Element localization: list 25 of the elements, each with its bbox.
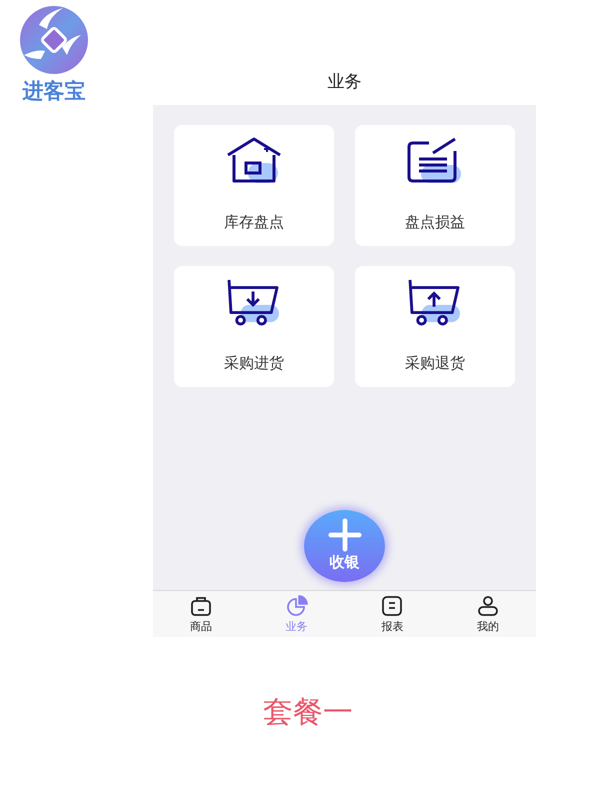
page-title: 业务 <box>326 71 362 94</box>
logo-icon <box>19 5 89 75</box>
logo-text: 进客宝 <box>22 78 86 105</box>
checkout-button[interactable]: 收银 <box>304 510 385 582</box>
card-label: 采购退货 <box>405 354 465 373</box>
tab[interactable]: 报表 <box>344 591 440 637</box>
cart-up-icon <box>407 278 463 326</box>
card-label: 盘点损益 <box>405 213 465 232</box>
card-label: 库存盘点 <box>224 213 284 232</box>
tab[interactable]: 我的 <box>440 591 536 637</box>
user-icon <box>477 595 500 617</box>
menu-card[interactable]: 采购进货 <box>174 266 334 387</box>
note-icon <box>407 137 463 185</box>
card-label: 采购进货 <box>224 354 284 373</box>
menu-card[interactable]: 采购退货 <box>355 266 515 387</box>
house-icon <box>226 137 282 185</box>
menu-card[interactable]: 盘点损益 <box>355 125 515 246</box>
caption: 套餐一 <box>262 694 354 732</box>
report-icon <box>381 595 404 617</box>
tab[interactable]: 商品 <box>153 591 249 637</box>
bag-icon <box>190 595 212 617</box>
pie-chart-icon <box>286 595 308 617</box>
cart-down-icon <box>226 278 282 326</box>
menu-card[interactable]: 库存盘点 <box>174 125 334 246</box>
plus-icon <box>328 518 362 552</box>
